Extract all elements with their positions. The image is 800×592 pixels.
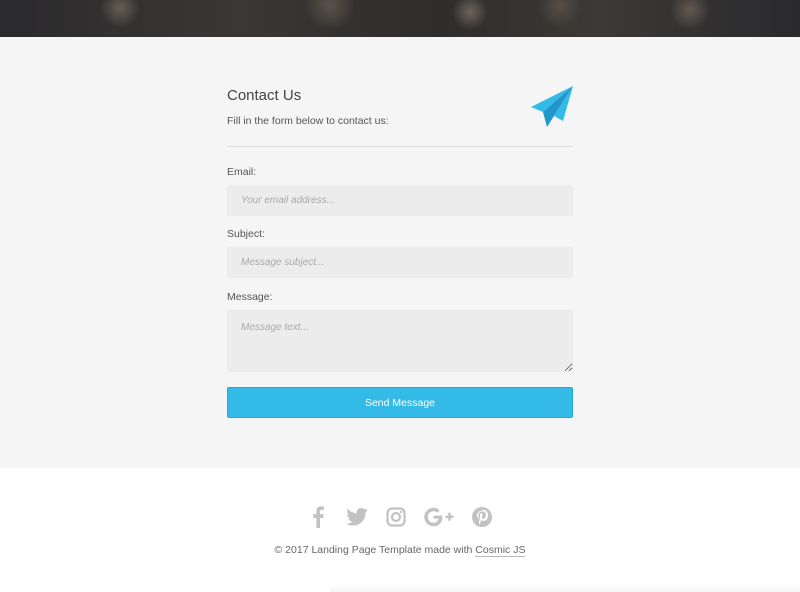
send-message-button[interactable]: Send Message — [227, 387, 573, 418]
message-textarea[interactable] — [227, 310, 573, 372]
footer: © 2017 Landing Page Template made with C… — [0, 468, 800, 592]
facebook-icon[interactable] — [307, 506, 329, 528]
message-label: Message: — [227, 291, 273, 303]
footer-credit-text: © 2017 Landing Page Template made with — [274, 544, 476, 556]
hero-image-strip — [0, 0, 800, 37]
twitter-icon[interactable] — [346, 506, 368, 528]
email-label: Email: — [227, 166, 257, 178]
divider — [227, 146, 573, 147]
subject-label: Subject: — [227, 228, 265, 240]
contact-subtitle: Fill in the form below to contact us: — [227, 115, 389, 127]
email-input[interactable] — [227, 185, 573, 216]
bottom-shadow — [330, 584, 800, 592]
social-links — [0, 504, 800, 530]
instagram-icon[interactable] — [385, 506, 407, 528]
footer-credit: © 2017 Landing Page Template made with C… — [0, 544, 800, 557]
pinterest-icon[interactable] — [471, 506, 493, 528]
subject-input[interactable] — [227, 247, 573, 278]
cosmic-js-link[interactable]: Cosmic JS — [475, 544, 526, 557]
contact-title: Contact Us — [227, 87, 302, 104]
contact-section: Contact Us Fill in the form below to con… — [0, 37, 800, 468]
paper-plane-icon — [530, 85, 574, 129]
google-plus-icon[interactable] — [424, 506, 454, 528]
